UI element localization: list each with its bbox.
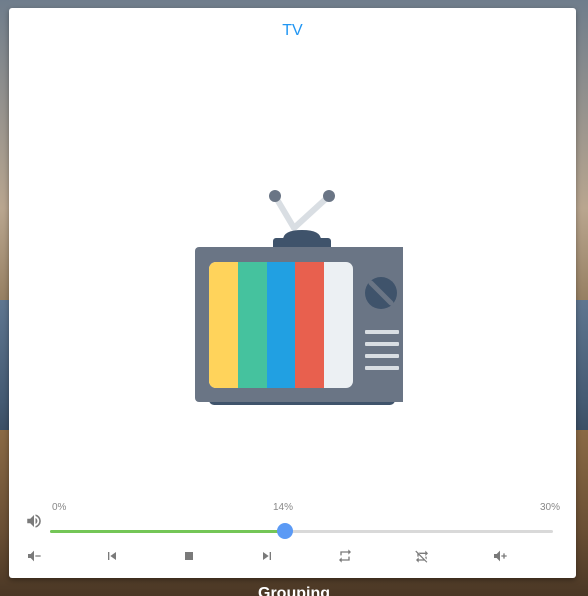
volume-control: 0% 14% 30%: [9, 502, 576, 542]
repeat-off-button[interactable]: [411, 545, 433, 567]
repeat-button[interactable]: [334, 545, 356, 567]
speaker-icon[interactable]: [25, 512, 43, 530]
volume-min-label: 0%: [52, 502, 67, 513]
card-title: TV: [282, 22, 303, 39]
volume-slider-fill: [50, 530, 285, 533]
volume-up-icon: [494, 550, 507, 562]
retro-tv-icon: [185, 180, 410, 410]
volume-down-button[interactable]: [23, 545, 45, 567]
repeat-icon: [339, 549, 351, 563]
volume-down-icon: [28, 550, 41, 562]
next-track-icon: [263, 552, 271, 560]
volume-current-label: 14%: [273, 502, 294, 513]
stop-button[interactable]: [178, 545, 200, 567]
next-track-button[interactable]: [256, 545, 278, 567]
stop-icon: [185, 552, 193, 560]
volume-max-label: 30%: [540, 502, 561, 513]
repeat-off-icon: [415, 550, 428, 563]
media-player-card: TV 0% 14% 30%: [9, 8, 576, 578]
playback-controls: [9, 545, 576, 567]
previous-track-icon: [108, 552, 116, 560]
previous-track-button[interactable]: [101, 545, 123, 567]
volume-up-button[interactable]: [489, 545, 511, 567]
volume-slider-thumb[interactable]: [276, 523, 293, 539]
background-group-label: Grouping: [258, 585, 330, 596]
volume-slider[interactable]: [50, 523, 553, 539]
